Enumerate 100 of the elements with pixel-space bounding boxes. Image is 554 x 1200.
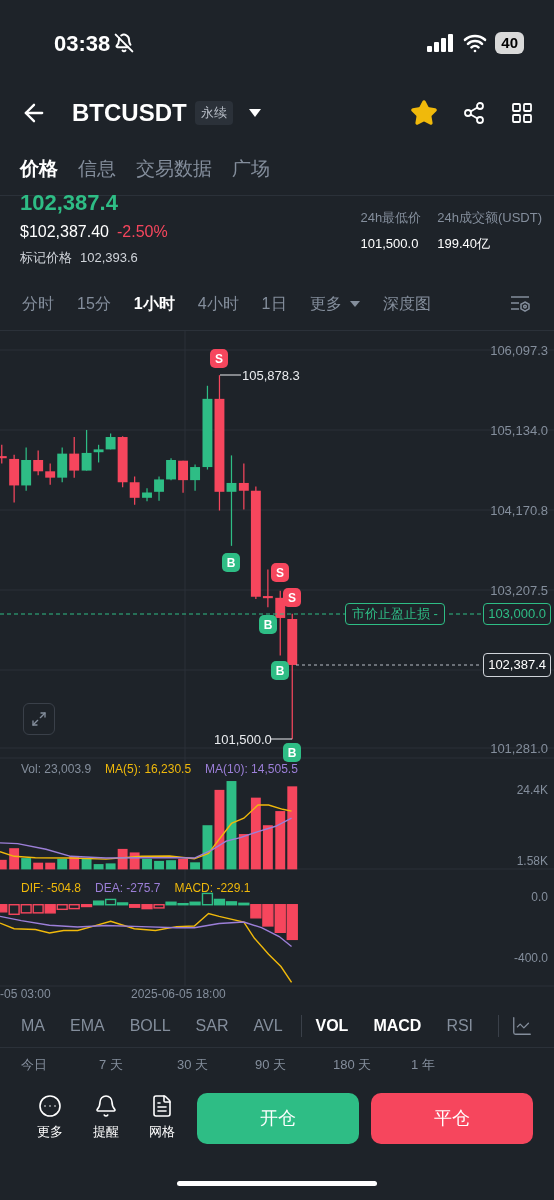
share-icon[interactable] <box>462 101 486 125</box>
range-label: 1 年 <box>411 1056 436 1075</box>
symbol-title: BTCUSDT <box>72 98 187 128</box>
macd-bar <box>32 904 44 914</box>
price-axis-label: 101,281.0 <box>490 742 548 755</box>
mark-price-label: 标记价格 <box>20 249 72 267</box>
volume-bar <box>69 855 80 870</box>
volume-axis-label: 24.4K <box>516 784 548 796</box>
macd-legend: DIF: -504.8 <box>21 879 82 897</box>
grid-icon[interactable] <box>510 101 534 125</box>
order-price-tag: 103,000.0 <box>483 603 551 625</box>
trade-marker[interactable]: S <box>283 588 301 607</box>
silent-icon <box>114 33 135 53</box>
interval-tab[interactable]: 4小时 <box>197 292 239 316</box>
indicator-tab[interactable]: SAR <box>195 1014 229 1038</box>
stat-label: 24h成交额(USDT) <box>437 209 542 227</box>
candle <box>154 476 164 502</box>
toolbar-button[interactable]: 提醒 <box>89 1094 123 1142</box>
indicator-tab[interactable]: BOLL <box>129 1014 171 1038</box>
volume-bar <box>178 858 188 870</box>
low-price-label: 101,500.0 <box>214 733 272 746</box>
leader-line <box>219 374 242 376</box>
trade-marker[interactable]: B <box>271 661 289 680</box>
indicator-tab[interactable]: AVL <box>253 1014 283 1038</box>
caret-icon[interactable] <box>248 109 261 117</box>
indicator-tab[interactable]: EMA <box>70 1014 105 1038</box>
trade-marker[interactable]: B <box>259 615 277 634</box>
high-price-label: 105,878.3 <box>242 369 300 382</box>
mark-price-value: 102,393.6 <box>80 249 138 267</box>
range-label: 今日 <box>21 1056 48 1075</box>
interval-tab[interactable]: 15分 <box>77 292 111 316</box>
macd-bar <box>274 904 286 933</box>
indicator-tab[interactable]: RSI <box>446 1014 474 1038</box>
status-time: 03:38 <box>54 29 111 58</box>
section-tab[interactable]: 广场 <box>232 144 270 195</box>
volume-axis-label: 1.58K <box>516 855 548 867</box>
candle <box>69 436 80 479</box>
chart-settings-icon[interactable] <box>510 294 532 314</box>
section-tab[interactable]: 信息 <box>78 144 116 195</box>
expand-button[interactable] <box>23 703 55 735</box>
range-label: 30 天 <box>177 1056 210 1075</box>
candle <box>9 454 20 503</box>
usd-price: $102,387.40 <box>20 222 109 242</box>
macd-legend: MACD: -229.1 <box>174 879 251 897</box>
macd-legend: DEA: -275.7 <box>95 879 161 897</box>
range-label: 7 天 <box>99 1056 124 1075</box>
volume-bar <box>129 852 140 870</box>
volume-bar <box>190 862 200 870</box>
trade-marker[interactable]: S <box>271 563 289 582</box>
section-tab[interactable]: 价格 <box>20 144 58 195</box>
candle <box>166 457 176 481</box>
volume-bar <box>142 858 152 870</box>
document-icon <box>150 1094 174 1119</box>
macd-bar <box>20 904 32 914</box>
trade-button[interactable]: 平仓 <box>371 1092 533 1144</box>
last-price: 102,387.4 <box>20 192 119 214</box>
price-axis-label: 103,207.5 <box>490 584 548 597</box>
candle <box>178 460 188 494</box>
candle <box>0 444 7 465</box>
macd-bar <box>286 904 298 941</box>
volume-legend: MA(5): 16,230.5 <box>105 760 192 778</box>
volume-bar <box>275 811 286 870</box>
interval-tab[interactable]: 1日 <box>261 292 287 316</box>
price-axis-label: 106,097.3 <box>490 344 548 357</box>
favorite-star-icon[interactable] <box>410 99 438 127</box>
section-tab[interactable]: 交易数据 <box>136 144 212 195</box>
more-icon <box>38 1094 62 1119</box>
stat-value: 199.40亿 <box>437 234 491 253</box>
time-axis-label: -05 03:00 <box>0 988 51 1000</box>
price-axis-label: 105,134.0 <box>490 424 548 437</box>
price-axis-label: 104,170.8 <box>490 504 548 517</box>
macd-axis-label: 0.0 <box>531 891 548 903</box>
volume-legend: MA(10): 14,505.5 <box>205 760 298 778</box>
macd-axis-label: -400.0 <box>513 952 548 964</box>
trade-marker[interactable]: S <box>210 349 228 368</box>
order-line-tag[interactable]: 市价止盈止损 - <box>345 603 445 625</box>
contract-tag: 永续 <box>194 101 233 125</box>
candle <box>190 463 200 492</box>
stat-label: 24h最低价 <box>360 209 422 227</box>
toolbar-button[interactable]: 更多 <box>33 1094 67 1142</box>
indicator-tab[interactable]: MACD <box>373 1014 422 1038</box>
battery-indicator: 40 <box>495 32 524 54</box>
indicator-tab[interactable]: VOL <box>315 1014 349 1038</box>
interval-tab[interactable]: 更多 <box>309 292 360 316</box>
range-label: 90 天 <box>255 1056 288 1075</box>
interval-tab[interactable]: 深度图 <box>382 292 431 316</box>
volume-bar <box>154 860 164 870</box>
chart-indicator-icon[interactable] <box>510 1014 533 1038</box>
toolbar-button[interactable]: 网格 <box>145 1094 179 1142</box>
volume-bar <box>0 859 7 870</box>
interval-tab[interactable]: 分时 <box>22 292 54 316</box>
last-price-tag: 102,387.4 <box>483 653 551 677</box>
trade-button[interactable]: 开仓 <box>197 1092 359 1144</box>
price-change: -2.50% <box>117 222 168 242</box>
trade-marker[interactable]: B <box>222 553 240 572</box>
interval-tab[interactable]: 1小时 <box>133 292 175 316</box>
volume-legend: Vol: 23,003.9 <box>21 760 92 778</box>
trade-marker[interactable]: B <box>283 743 301 762</box>
bell-icon <box>94 1094 118 1119</box>
indicator-tab[interactable]: MA <box>21 1014 45 1038</box>
